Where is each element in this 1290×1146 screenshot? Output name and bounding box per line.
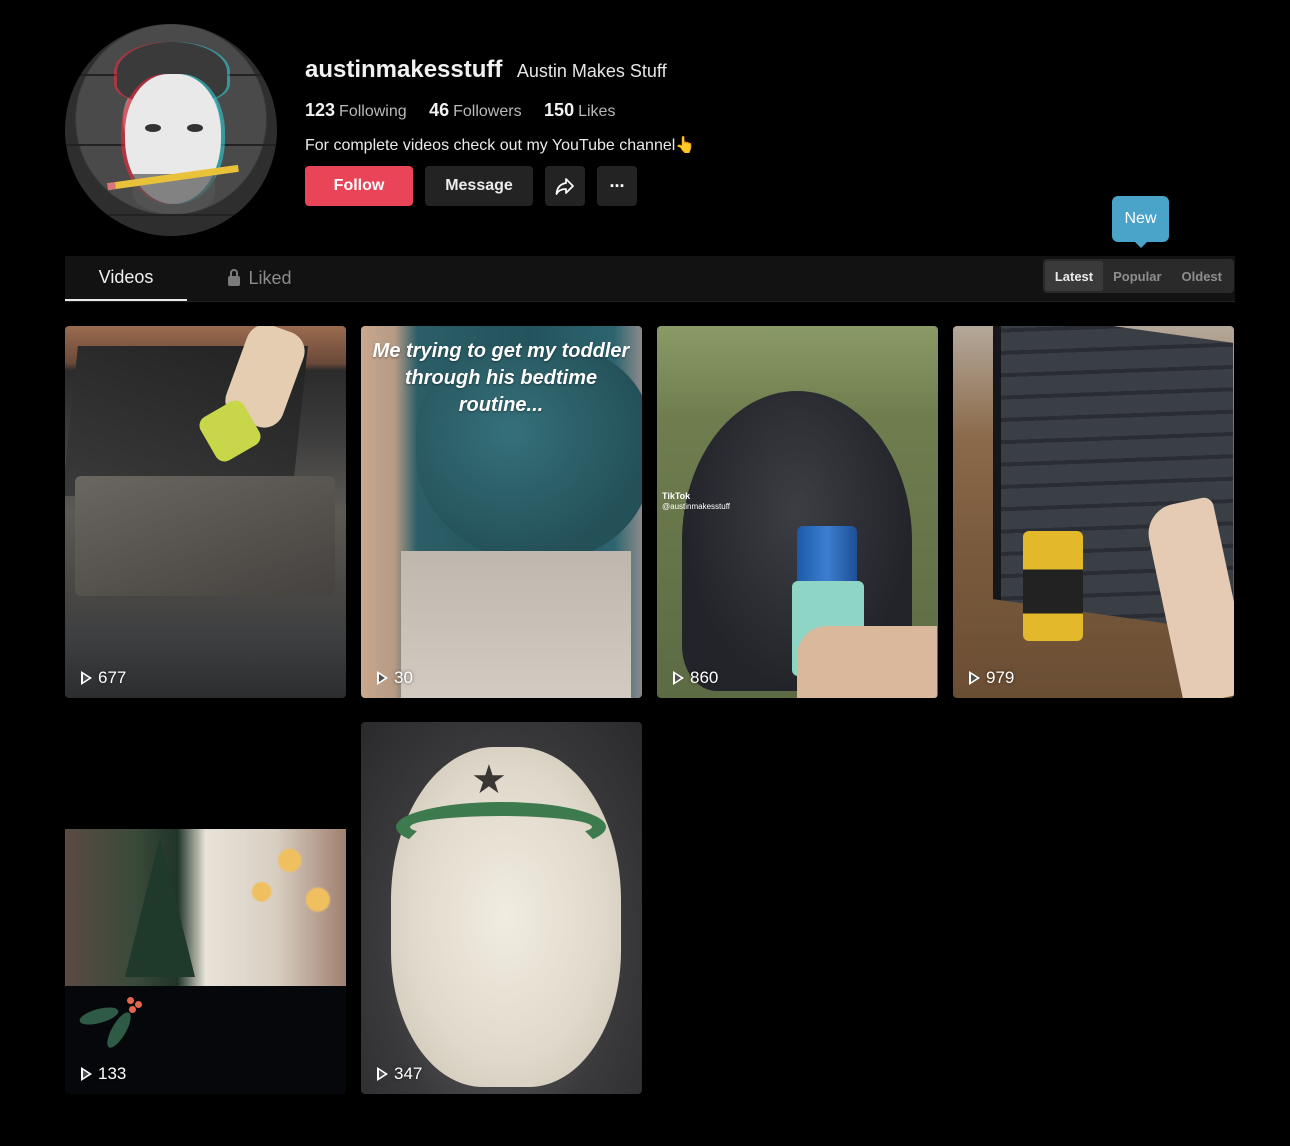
view-count-value: 347 [394,1064,423,1083]
holly-berry [135,1001,142,1008]
stat-value: 46 [429,100,450,120]
follow-button[interactable]: Follow [305,166,413,206]
profile-actions: Follow Message ··· [305,166,637,206]
thumbnail-hand [797,626,937,698]
view-count: 30 [377,668,413,688]
stat-value: 123 [305,100,336,120]
thumbnail-star-cutout: ★ [471,758,507,802]
stat-followers[interactable]: 46 Followers [429,100,522,121]
thumbnail-christmas-village [65,829,346,986]
play-icon [969,671,980,685]
view-count: 677 [81,668,126,688]
tab-videos[interactable]: Videos [65,256,187,301]
holly-berry [127,997,134,1004]
more-ellipsis-icon: ··· [609,175,626,196]
view-count-value: 860 [690,668,719,687]
stat-label: Following [339,103,407,120]
share-button[interactable] [545,166,585,206]
profile-stats: 123 Following 46 Followers 150 Likes [305,100,695,121]
watermark-brand: TikTok [662,491,691,501]
tab-label: Liked [248,268,292,288]
watermark-handle: @austinmakesstuff [662,502,731,511]
avatar-eye [187,124,203,132]
video-card[interactable]: 133 [65,722,346,1094]
avatar[interactable] [65,24,277,236]
stat-label: Likes [578,103,616,120]
view-count: 979 [969,668,1014,688]
avatar-eye [145,124,161,132]
sort-latest[interactable]: Latest [1044,261,1104,291]
video-card[interactable]: ★ 347 [361,722,642,1094]
video-grid: 677 Me trying to get my toddler through … [65,326,1235,1094]
view-count-value: 979 [986,668,1015,687]
video-card[interactable]: TikTok @austinmakesstuff 860 [657,326,938,698]
play-icon [81,671,92,685]
share-arrow-icon [555,178,574,195]
view-count-value: 30 [394,668,413,687]
tab-label: Videos [98,267,154,287]
play-icon [81,1067,92,1081]
lock-icon [228,269,241,286]
view-count: 347 [377,1064,422,1084]
bio: For complete videos check out my YouTube… [305,137,696,154]
avatar-background-plank [65,214,277,216]
thumbnail-wreath [396,802,606,852]
video-card[interactable]: 979 [953,326,1234,698]
play-icon [377,1067,388,1081]
profile-info: austinmakesstuff Austin Makes Stuff 123 F… [305,56,695,155]
nickname: Austin Makes Stuff [516,61,667,81]
holly-sticker [77,997,142,1051]
thumbnail-tree [125,837,195,977]
play-icon [673,671,684,685]
stat-likes: 150 Likes [544,100,615,121]
sort-popular[interactable]: Popular [1103,261,1171,291]
new-sort-tooltip: New [1112,196,1169,248]
video-caption-overlay: Me trying to get my toddler through his … [372,340,630,416]
thumbnail-water [401,551,631,698]
profile-header: austinmakesstuff Austin Makes Stuff 123 F… [65,24,1235,236]
username: austinmakesstuff [305,56,503,83]
sort-oldest[interactable]: Oldest [1172,261,1232,291]
stat-value: 150 [544,100,575,120]
sort-selector: Latest Popular Oldest [1042,259,1234,293]
stat-label: Followers [453,103,522,120]
profile-tabs: Videos Liked Latest Popular Oldest [65,256,1235,302]
view-count: 133 [81,1064,126,1084]
tiktok-watermark: TikTok @austinmakesstuff [662,491,730,512]
holly-berry [129,1006,136,1013]
message-button[interactable]: Message [425,166,533,206]
tab-liked[interactable]: Liked [205,256,315,301]
more-button[interactable]: ··· [597,166,637,206]
video-card[interactable]: 677 [65,326,346,698]
view-count: 860 [673,668,718,688]
view-count-value: 677 [98,668,127,687]
view-count-value: 133 [98,1064,127,1083]
video-card[interactable]: Me trying to get my toddler through his … [361,326,642,698]
stat-following[interactable]: 123 Following [305,100,407,121]
thumbnail-drill [1023,531,1083,641]
play-icon [377,671,388,685]
thumbnail-griddle [75,476,335,596]
